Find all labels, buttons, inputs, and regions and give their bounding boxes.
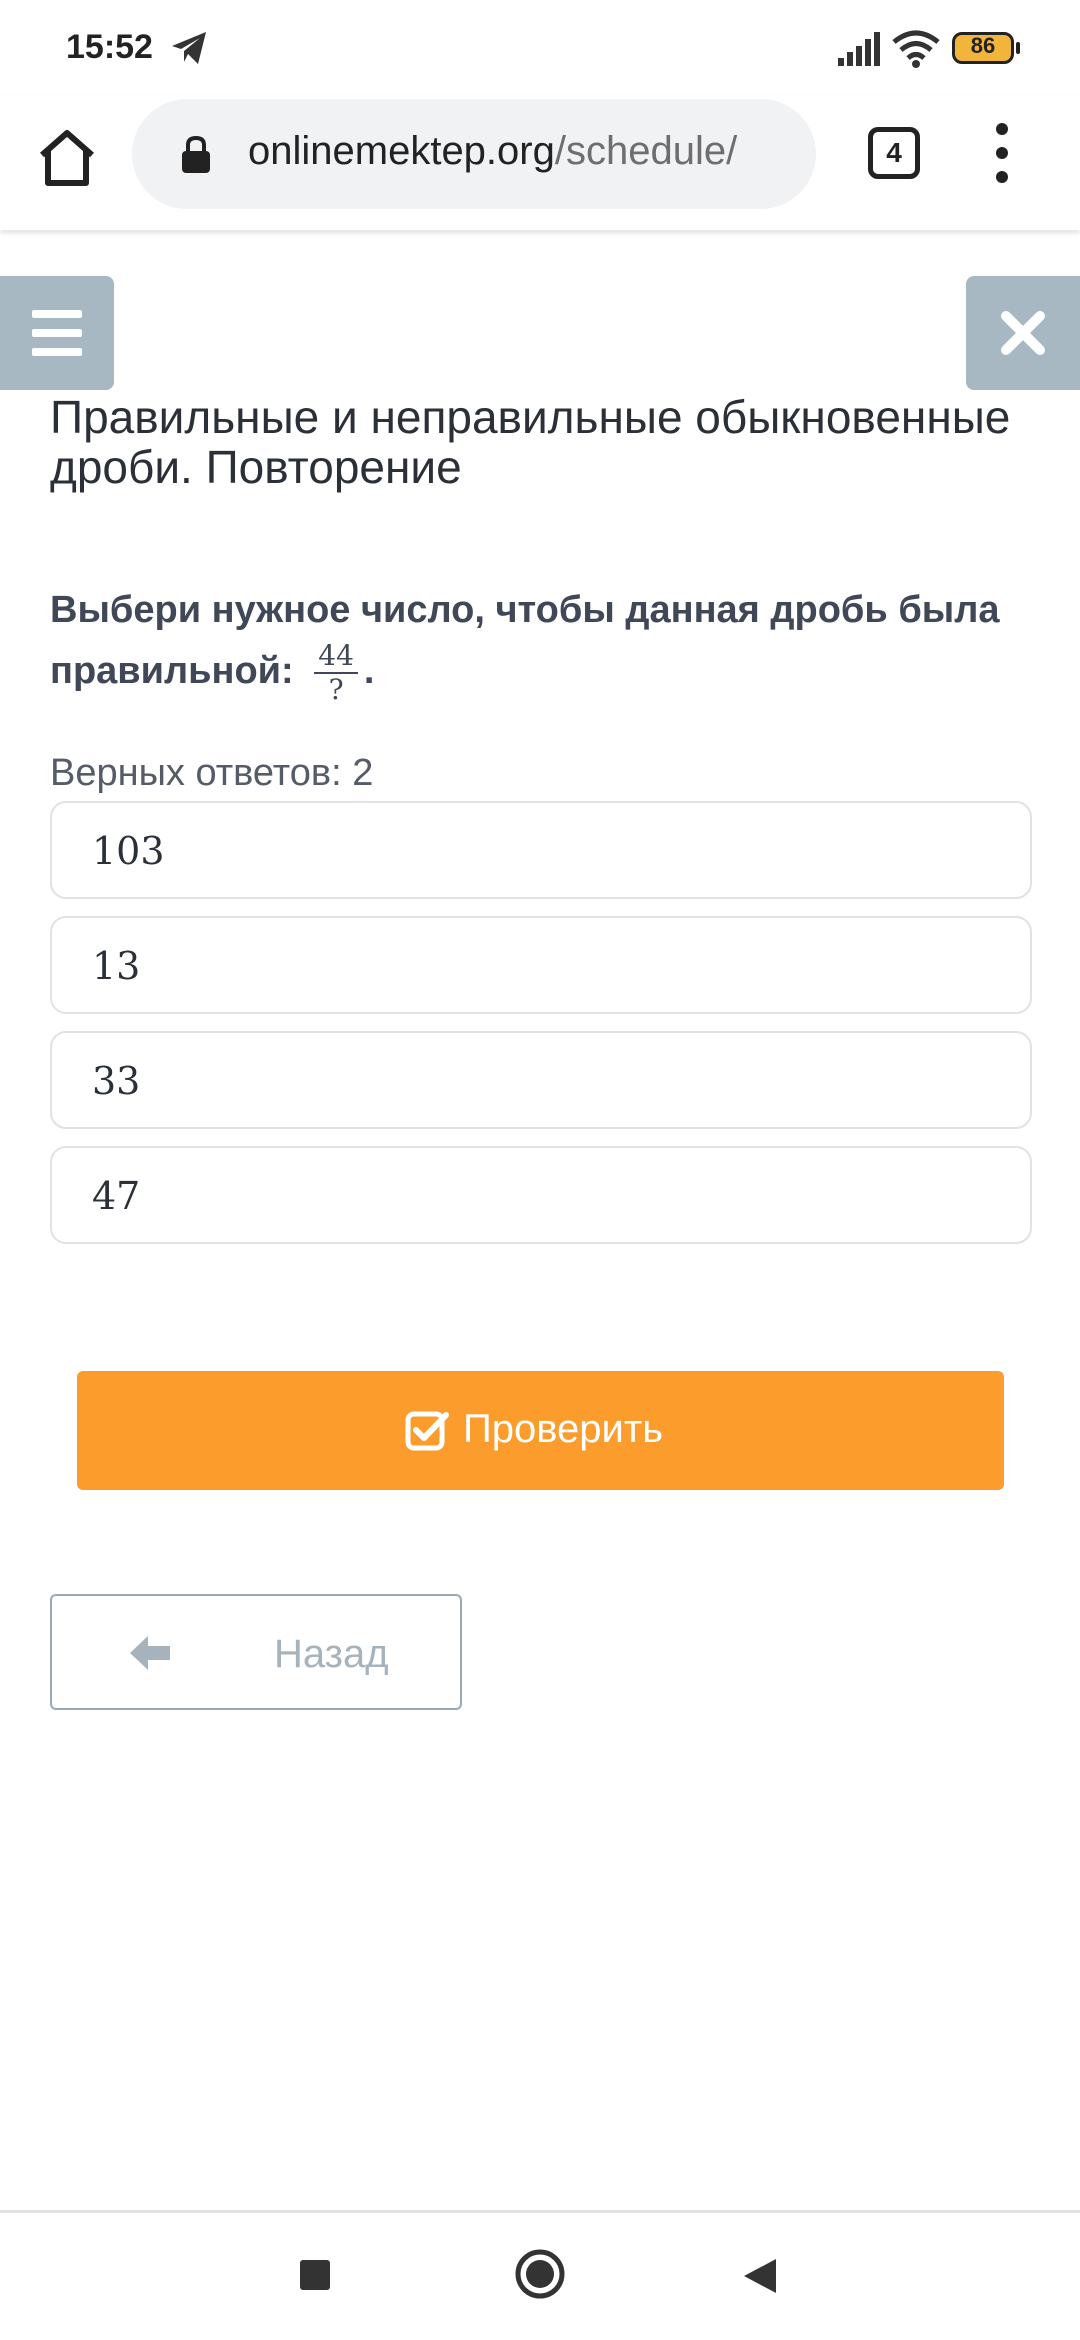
answer-option-label: 47 <box>92 1174 141 1218</box>
url-domain: onlinemektep.org <box>248 129 555 173</box>
checkbox-check-icon <box>405 1411 449 1451</box>
menu-button[interactable] <box>0 276 114 390</box>
more-menu-icon[interactable] <box>990 123 1014 183</box>
lock-icon <box>182 135 210 173</box>
battery-icon: 86 <box>952 32 1020 64</box>
home-icon[interactable] <box>36 127 98 189</box>
status-time: 15:52 <box>66 28 153 66</box>
answer-option[interactable]: 103 <box>50 801 1032 899</box>
hamburger-icon <box>32 310 82 356</box>
question-label: Выбери нужное число, чтобы данная дробь … <box>50 589 1000 693</box>
battery-level: 86 <box>970 33 996 58</box>
question-end: . <box>363 650 375 693</box>
back-button-label: Назад <box>274 1632 389 1676</box>
url-path: /schedule/ <box>554 129 738 173</box>
back-button[interactable]: Назад <box>50 1594 462 1710</box>
arrow-left-icon <box>130 1636 170 1670</box>
fraction: 44 ? <box>314 640 358 706</box>
url-text: onlinemektep.org/schedule/ <box>248 129 737 174</box>
telegram-icon <box>172 32 206 64</box>
browser-toolbar: onlinemektep.org/schedule/ 4 <box>0 95 1080 230</box>
wifi-icon <box>892 30 940 68</box>
fraction-denominator: ? <box>328 673 344 706</box>
check-button-label: Проверить <box>463 1407 664 1451</box>
page-title: Правильные и неправильные обыкновенные д… <box>50 391 1011 493</box>
status-bar: 15:52 86 <box>0 0 1080 95</box>
answer-option-label: 33 <box>92 1059 141 1103</box>
system-nav-bar <box>0 2213 1080 2340</box>
check-button[interactable]: Проверить <box>77 1371 1004 1490</box>
answers-count: Верных ответов: 2 <box>50 752 374 794</box>
answer-option-label: 13 <box>92 944 141 988</box>
signal-icon <box>838 32 880 66</box>
answer-option-label: 103 <box>92 829 165 873</box>
nav-home-icon[interactable] <box>514 2248 566 2300</box>
answer-option[interactable]: 33 <box>50 1031 1032 1129</box>
recents-icon[interactable] <box>300 2260 330 2290</box>
address-bar[interactable]: onlinemektep.org/schedule/ <box>132 99 816 209</box>
question-text: Выбери нужное число, чтобы данная дробь … <box>50 580 1040 706</box>
fraction-numerator: 44 <box>314 640 358 674</box>
answer-option[interactable]: 47 <box>50 1146 1032 1244</box>
nav-back-icon[interactable] <box>742 2257 778 2295</box>
close-button[interactable] <box>966 276 1080 390</box>
answer-option[interactable]: 13 <box>50 916 1032 1014</box>
tab-switcher-button[interactable]: 4 <box>868 127 920 179</box>
close-icon <box>1001 311 1045 355</box>
